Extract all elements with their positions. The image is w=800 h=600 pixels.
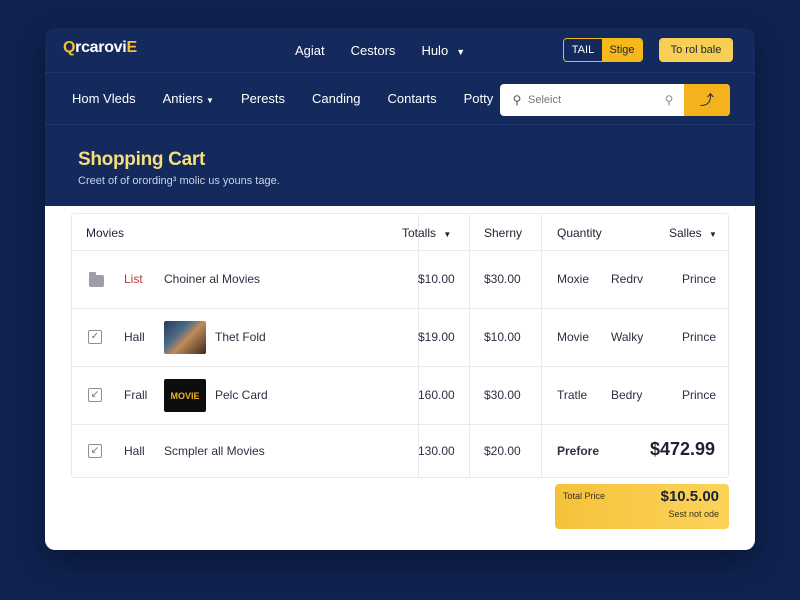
nav-item-label: Perests xyxy=(240,91,286,106)
top-link-agiat[interactable]: Agiat xyxy=(295,43,325,58)
row-sherny: $30.00 xyxy=(484,388,521,402)
cart-panel: Movies Totalls ▼ Sherny Quantity Salles … xyxy=(45,206,755,550)
col-sherny[interactable]: Sherny xyxy=(484,226,522,240)
mode-toggle[interactable]: TAIL Stige xyxy=(563,38,643,62)
top-link-label: Agiat xyxy=(295,43,325,58)
nav-item-label: Antiers xyxy=(162,91,204,106)
table-row[interactable]: ✓ Hall Thet Fold $19.00 $10.00 Movie Wal… xyxy=(72,309,728,367)
cta-button[interactable]: To rol bale xyxy=(659,38,733,62)
total-label: Total Price xyxy=(563,491,606,501)
search-submit-button[interactable]: ⤴ xyxy=(684,84,730,116)
checkbox-arrow-icon[interactable]: ↙ xyxy=(88,444,102,458)
row-sale: Prince xyxy=(682,272,717,286)
row-sale: Prince xyxy=(682,330,717,344)
row-tag: Frall xyxy=(124,388,148,402)
logo-suffix: E xyxy=(126,39,137,56)
row-tag: Hall xyxy=(124,444,145,458)
row-qty-type: Movie xyxy=(557,330,590,344)
folder-icon xyxy=(89,272,104,287)
top-link-label: Cestors xyxy=(350,43,396,58)
row-qty-type: Prefore xyxy=(557,444,600,458)
main-nav-items: Hom Vleds Antiers ▼ Perests Canding Conta… xyxy=(72,91,493,106)
row-total: $10.00 xyxy=(418,272,455,286)
row-big-price: $472.99 xyxy=(650,439,716,459)
top-bar: QrcaroviE Agiat Cestors Hulo ▼ TAIL Stige… xyxy=(45,28,755,73)
page-title: Shopping Cart xyxy=(78,149,205,170)
row-sherny: $20.00 xyxy=(484,444,521,458)
row-tag: Hall xyxy=(124,330,145,344)
chevron-down-icon: ▼ xyxy=(443,230,452,239)
movie-thumbnail[interactable] xyxy=(164,321,206,354)
top-link-hulo[interactable]: Hulo ▼ xyxy=(421,43,465,58)
brand-logo[interactable]: QrcaroviE xyxy=(63,39,137,57)
search-icon: ⚲ xyxy=(512,93,522,107)
row-total: $19.00 xyxy=(418,330,455,344)
row-sale: Prince xyxy=(682,388,717,402)
row-qty-status: Walky xyxy=(611,330,644,344)
search-input[interactable] xyxy=(528,94,658,106)
checkbox-checked-icon[interactable]: ✓ xyxy=(88,330,102,344)
magnifier-icon: ⚲ xyxy=(664,93,674,107)
row-sherny: $10.00 xyxy=(484,330,521,344)
arrow-icon: ⤴ xyxy=(700,92,714,108)
col-label: Totalls xyxy=(402,226,437,240)
nav-item-contarts[interactable]: Contarts xyxy=(387,91,436,106)
col-quantity[interactable]: Quantity xyxy=(557,226,602,240)
top-links: Agiat Cestors Hulo ▼ xyxy=(295,43,465,58)
col-movies[interactable]: Movies xyxy=(86,226,124,240)
chevron-down-icon: ▼ xyxy=(456,47,466,57)
table-row[interactable]: ↙ Hall Scmpler all Movies 130.00 $20.00 … xyxy=(72,425,728,477)
col-salles[interactable]: Salles ▼ xyxy=(669,226,717,240)
nav-item-antiers[interactable]: Antiers ▼ xyxy=(163,91,214,106)
row-tag: List xyxy=(124,272,143,286)
row-qty-type: Tratle xyxy=(557,388,588,402)
row-title[interactable]: Thet Fold xyxy=(215,330,266,344)
row-title[interactable]: Choiner al Movies xyxy=(164,272,260,286)
top-link-cestors[interactable]: Cestors xyxy=(351,43,396,58)
nav-item-label: Potty xyxy=(463,91,494,106)
nav-item-label: Canding xyxy=(312,91,361,106)
table-header: Movies Totalls ▼ Sherny Quantity Salles … xyxy=(72,214,728,251)
row-sherny: $30.00 xyxy=(484,272,521,286)
toggle-option-right[interactable]: Stige xyxy=(602,39,642,61)
col-label: Salles xyxy=(669,226,702,240)
cart-table: Movies Totalls ▼ Sherny Quantity Salles … xyxy=(71,213,729,478)
page-subtitle: Creet of of orording³ molic us youns tag… xyxy=(78,175,280,187)
chevron-down-icon: ▼ xyxy=(206,96,214,105)
checkbox-arrow-icon[interactable]: ↙ xyxy=(88,388,102,402)
toggle-option-left[interactable]: TAIL xyxy=(564,39,602,61)
nav-item-home[interactable]: Hom Vleds xyxy=(72,91,136,106)
movie-thumbnail[interactable]: MOVIE xyxy=(164,379,206,412)
row-total: 160.00 xyxy=(418,388,455,402)
total-sub: Sest not ode xyxy=(668,509,719,519)
row-total: 130.00 xyxy=(418,444,455,458)
table-row[interactable]: ↙ Frall MOVIE Pelc Card 160.00 $30.00 Tr… xyxy=(72,367,728,425)
nav-item-label: Contarts xyxy=(387,91,437,106)
logo-text: rcarovi xyxy=(75,39,127,56)
app-window: QrcaroviE Agiat Cestors Hulo ▼ TAIL Stige… xyxy=(45,28,755,550)
row-qty-status: Bedry xyxy=(611,388,643,402)
col-totals[interactable]: Totalls ▼ xyxy=(402,226,451,240)
row-title[interactable]: Scmpler all Movies xyxy=(164,444,265,458)
chevron-down-icon: ▼ xyxy=(709,230,717,239)
thumbnail-label: MOVIE xyxy=(170,390,200,401)
nav-item-potty[interactable]: Potty xyxy=(464,91,494,106)
logo-prefix: Q xyxy=(63,39,76,56)
table-row[interactable]: List Choiner al Movies $10.00 $30.00 Mox… xyxy=(72,251,728,309)
nav-item-label: Hom Vleds xyxy=(72,91,136,106)
total-value: $10.5.00 xyxy=(660,488,719,505)
row-qty-type: Moxie xyxy=(557,272,590,286)
nav-item-canding[interactable]: Canding xyxy=(312,91,360,106)
search-bar: ⚲ ⚲ ⤴ xyxy=(500,84,730,116)
nav-item-perests[interactable]: Perests xyxy=(241,91,285,106)
total-summary[interactable]: Total Price $10.5.00 Sest not ode xyxy=(555,484,729,529)
top-link-label: Hulo xyxy=(421,43,449,58)
row-title[interactable]: Pelc Card xyxy=(215,388,268,402)
row-qty-status: Redrv xyxy=(611,272,644,286)
